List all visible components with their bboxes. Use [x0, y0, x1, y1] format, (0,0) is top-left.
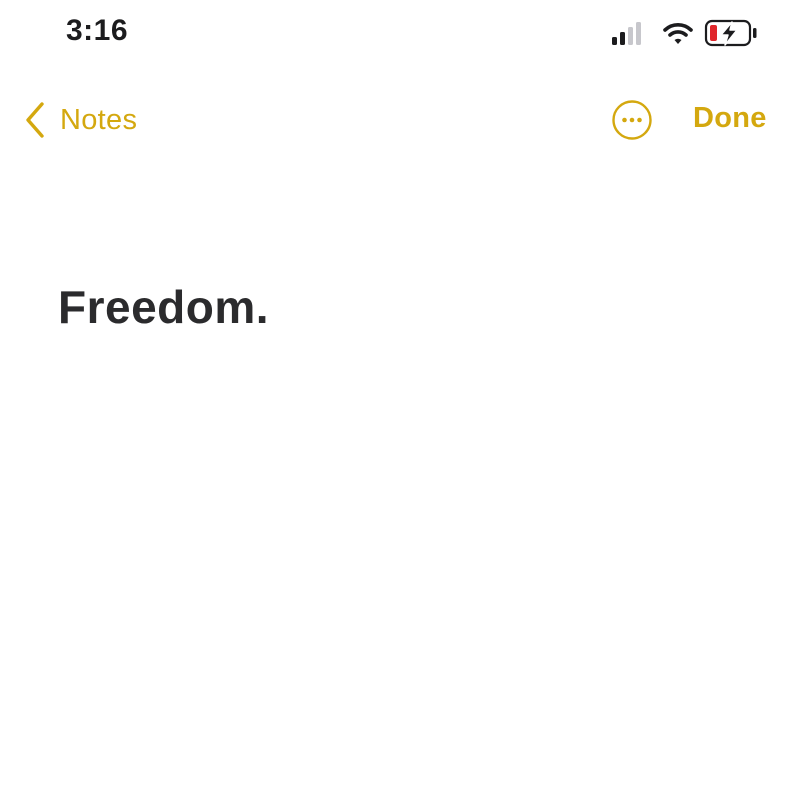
- back-to-notes-button[interactable]: Notes: [24, 98, 137, 142]
- wifi-icon: [663, 23, 693, 44]
- navigation-bar: Notes Done: [0, 90, 800, 150]
- battery-charging-icon: [704, 19, 757, 47]
- status-time: 3:16: [66, 14, 129, 47]
- status-bar: 3:16: [0, 0, 800, 70]
- back-label: Notes: [60, 103, 138, 136]
- note-editor[interactable]: Freedom.: [58, 280, 758, 334]
- more-options-button[interactable]: [611, 99, 653, 141]
- chevron-left-icon: [26, 102, 44, 138]
- done-button[interactable]: Done: [693, 102, 767, 135]
- cellular-signal-icon: [612, 22, 641, 45]
- note-title[interactable]: Freedom.: [58, 280, 758, 334]
- ellipsis-circle-icon: [612, 100, 652, 140]
